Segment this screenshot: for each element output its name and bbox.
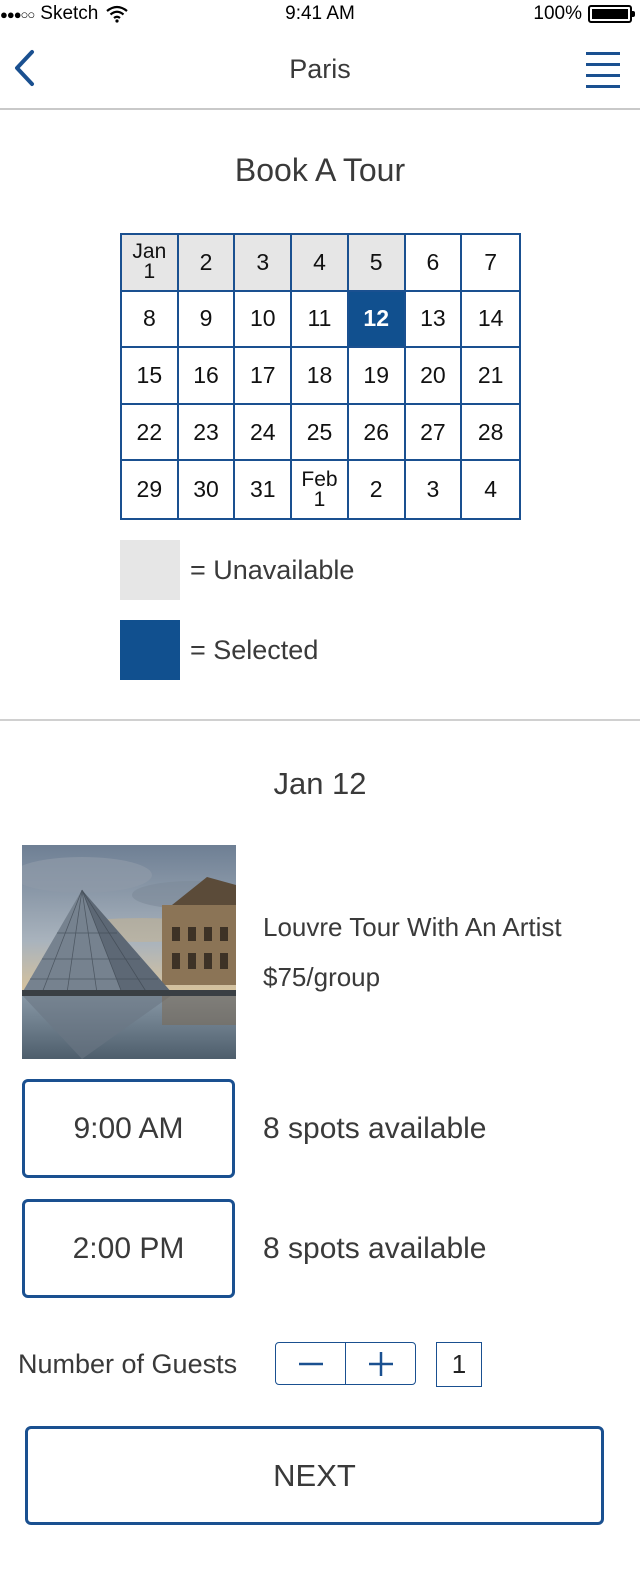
section-divider xyxy=(0,719,640,721)
calendar-day-available[interactable]: 28 xyxy=(462,404,519,462)
tour-price: $75/group xyxy=(263,962,381,992)
spots-available-label: 8 spots available xyxy=(263,1232,487,1265)
plus-icon xyxy=(368,1351,393,1376)
page-title: Paris xyxy=(289,54,351,84)
selected-swatch xyxy=(120,620,180,680)
louvre-pyramid-photo xyxy=(22,845,236,1059)
status-right: 100% xyxy=(533,3,635,25)
decrement-button[interactable] xyxy=(276,1343,345,1384)
time-slot-button-2pm[interactable]: 2:00 PM xyxy=(22,1199,235,1298)
calendar-day-available[interactable]: 30 xyxy=(178,461,236,518)
calendar-day-available[interactable]: 17 xyxy=(235,348,293,405)
next-button[interactable]: NEXT xyxy=(25,1426,604,1525)
calendar-day-available[interactable]: 27 xyxy=(405,404,463,462)
calendar-day-selected[interactable]: 12 xyxy=(348,291,406,349)
calendar-day-available[interactable]: 2 xyxy=(348,461,406,518)
calendar-day-available[interactable]: 11 xyxy=(292,291,349,349)
calendar-day-available[interactable]: 19 xyxy=(348,348,406,405)
calendar-day-available[interactable]: 20 xyxy=(405,348,463,405)
calendar-day-available[interactable]: 14 xyxy=(462,291,519,349)
increment-button[interactable] xyxy=(345,1343,415,1384)
navigation-bar: Paris xyxy=(0,30,640,110)
calendar-day-unavailable: 2 xyxy=(178,235,236,292)
calendar-grid: Jan 1 2 3 4 5 6 7 8 9 10 11 12 13 14 15 16 17 18 19 20 21 22 2… xyxy=(120,233,521,520)
calendar-day-available[interactable]: 16 xyxy=(178,348,236,405)
calendar-day-available[interactable]: Feb 1 xyxy=(292,461,349,518)
calendar-day-available[interactable]: 6 xyxy=(405,235,463,292)
calendar-day-unavailable: 5 xyxy=(348,235,406,292)
calendar-day-available[interactable]: 7 xyxy=(462,235,519,292)
calendar-day-available[interactable]: 24 xyxy=(235,404,293,462)
calendar-day-available[interactable]: 23 xyxy=(178,404,236,462)
battery-percentage: 100% xyxy=(533,3,582,24)
minus-icon xyxy=(298,1362,323,1365)
calendar-day-available[interactable]: 15 xyxy=(122,348,179,405)
battery-icon xyxy=(588,5,635,23)
calendar-day-available[interactable]: 18 xyxy=(292,348,349,405)
calendar-day-available[interactable]: 25 xyxy=(292,404,349,462)
legend-selected-label: = Selected xyxy=(190,634,319,665)
unavailable-swatch xyxy=(120,540,180,600)
tour-name: Louvre Tour With An Artist xyxy=(263,912,562,942)
guests-label: Number of Guests xyxy=(18,1349,238,1379)
legend-unavailable-label: = Unavailable xyxy=(190,554,355,585)
calendar-day-unavailable: Jan 1 xyxy=(122,235,179,292)
calendar-day-available[interactable]: 31 xyxy=(235,461,293,518)
legend-selected: = Selected xyxy=(120,620,318,680)
hamburger-menu-icon[interactable] xyxy=(586,52,620,88)
guests-stepper xyxy=(275,1342,416,1385)
selected-date-heading: Jan 12 xyxy=(273,766,367,801)
guest-count-field[interactable]: 1 xyxy=(436,1342,482,1387)
calendar-day-available[interactable]: 8 xyxy=(122,291,179,349)
spots-available-label: 8 spots available xyxy=(263,1112,487,1145)
calendar-day-available[interactable]: 21 xyxy=(462,348,519,405)
calendar-day-available[interactable]: 26 xyxy=(348,404,406,462)
legend-unavailable: = Unavailable xyxy=(120,540,354,600)
calendar-day-available[interactable]: 22 xyxy=(122,404,179,462)
calendar-day-available[interactable]: 10 xyxy=(235,291,293,349)
calendar-day-unavailable: 3 xyxy=(235,235,293,292)
calendar-day-available[interactable]: 13 xyxy=(405,291,463,349)
calendar-day-available[interactable]: 3 xyxy=(405,461,463,518)
status-bar: ●●●○○ Sketch 9:41 AM 100% xyxy=(0,0,640,30)
calendar-day-unavailable: 4 xyxy=(292,235,349,292)
time-slot-button-9am[interactable]: 9:00 AM xyxy=(22,1079,235,1178)
calendar-day-available[interactable]: 4 xyxy=(462,461,519,518)
calendar-day-available[interactable]: 29 xyxy=(122,461,179,518)
calendar-day-available[interactable]: 9 xyxy=(178,291,236,349)
book-tour-heading: Book A Tour xyxy=(234,152,406,188)
